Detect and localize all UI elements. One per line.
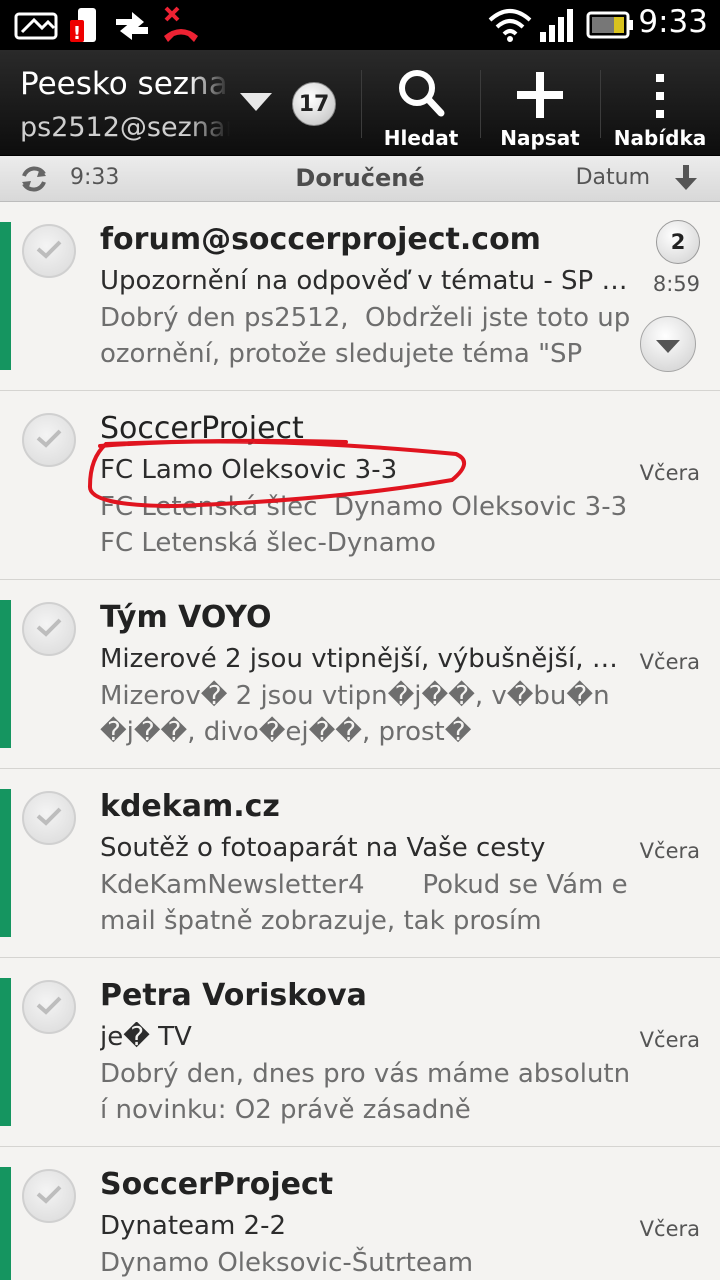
message-list[interactable]: forum@soccerproject.com Upozornění na odp… (0, 202, 720, 1280)
clock: 9:33 (638, 4, 708, 40)
unread-count-badge: 17 (292, 82, 336, 126)
check-icon (36, 428, 62, 452)
battery-icon (586, 6, 634, 44)
message-time: Včera (639, 839, 700, 863)
wifi-icon (488, 6, 532, 44)
expand-thread-button[interactable] (640, 316, 696, 372)
account-name: Peesko seznam (20, 66, 230, 102)
list-item[interactable]: SoccerProject Dynateam 2-2 Dynamo Oleksovi… (0, 1147, 720, 1280)
check-icon (36, 617, 62, 641)
select-checkbox[interactable] (22, 602, 76, 656)
plus-icon (517, 60, 563, 118)
message-sender: Tým VOYO (100, 600, 272, 635)
image-icon (14, 6, 58, 44)
check-icon (36, 806, 62, 830)
message-sender: forum@soccerproject.com (100, 222, 541, 257)
check-icon (36, 1184, 62, 1208)
folder-header: 9:33 Doručené Datum (0, 156, 720, 202)
svg-text:!: ! (73, 23, 81, 44)
list-item[interactable]: Tým VOYO Mizerové 2 jsou vtipnější, výbuš… (0, 580, 720, 769)
chevron-down-icon (240, 93, 272, 111)
status-bar: ! 9:33 (0, 0, 720, 50)
arrow-down-icon[interactable] (674, 165, 698, 195)
message-subject: Mizerové 2 jsou vtipnější, výbušnější, d… (100, 644, 630, 674)
overflow-menu-icon (654, 60, 666, 118)
message-time: 8:59 (652, 272, 700, 296)
menu-button[interactable]: Nabídka (601, 50, 719, 156)
message-subject: je� TV (100, 1022, 192, 1052)
message-subject: Dynateam 2-2 (100, 1211, 286, 1241)
data-transfer-icon (112, 6, 152, 44)
message-preview: KdeKamNewsletter4 Pokud se Vám email špa… (100, 870, 628, 936)
search-icon (397, 60, 445, 118)
search-button[interactable]: Hledat (362, 50, 480, 156)
list-item[interactable]: kdekam.cz Soutěž o fotoaparát na Vaše ces… (0, 769, 720, 958)
message-time: Včera (639, 461, 700, 485)
select-checkbox[interactable] (22, 791, 76, 845)
red-annotation-circle (88, 438, 466, 509)
message-time: Včera (639, 1217, 700, 1241)
message-time: Včera (639, 650, 700, 674)
message-sender: kdekam.cz (100, 789, 280, 824)
thread-count-badge: 2 (656, 220, 700, 264)
select-checkbox[interactable] (22, 413, 76, 467)
message-subject: Upozornění na odpověď v tématu - SP Mene… (100, 266, 630, 296)
check-icon (36, 239, 62, 263)
message-time: Včera (639, 1028, 700, 1052)
signal-icon (538, 6, 578, 44)
message-sender: SoccerProject (100, 1167, 334, 1202)
select-checkbox[interactable] (22, 224, 76, 278)
chevron-down-icon (656, 339, 680, 353)
select-checkbox[interactable] (22, 1169, 76, 1223)
select-checkbox[interactable] (22, 980, 76, 1034)
unread-indicator (0, 978, 11, 1126)
unread-indicator (0, 789, 11, 937)
message-preview: Mizerov� 2 jsou vtipn�j��, v�bu�n�j��, d… (100, 681, 610, 747)
list-item[interactable]: Petra Voriskova je� TV Dobrý den, dnes pro… (0, 958, 720, 1147)
message-subject: Soutěž o fotoaparát na Vaše cesty (100, 833, 546, 863)
message-preview: Dynamo Oleksovic-Šutrteam (100, 1248, 474, 1278)
unread-indicator (0, 1167, 11, 1280)
missed-call-icon (160, 6, 202, 44)
account-email: ps2512@seznam.cz (20, 112, 230, 143)
unread-indicator (0, 222, 11, 370)
sort-label[interactable]: Datum (576, 165, 650, 190)
list-item[interactable]: forum@soccerproject.com Upozornění na odp… (0, 202, 720, 391)
check-icon (36, 995, 62, 1019)
message-preview: Dobrý den ps2512, Obdrželi jste toto upo… (100, 303, 631, 369)
storage-warning-icon: ! (68, 6, 100, 44)
message-preview: Dobrý den, dnes pro vás máme absolutní n… (100, 1059, 631, 1125)
compose-button[interactable]: Napsat (481, 50, 599, 156)
unread-indicator (0, 600, 11, 748)
message-sender: Petra Voriskova (100, 978, 367, 1013)
